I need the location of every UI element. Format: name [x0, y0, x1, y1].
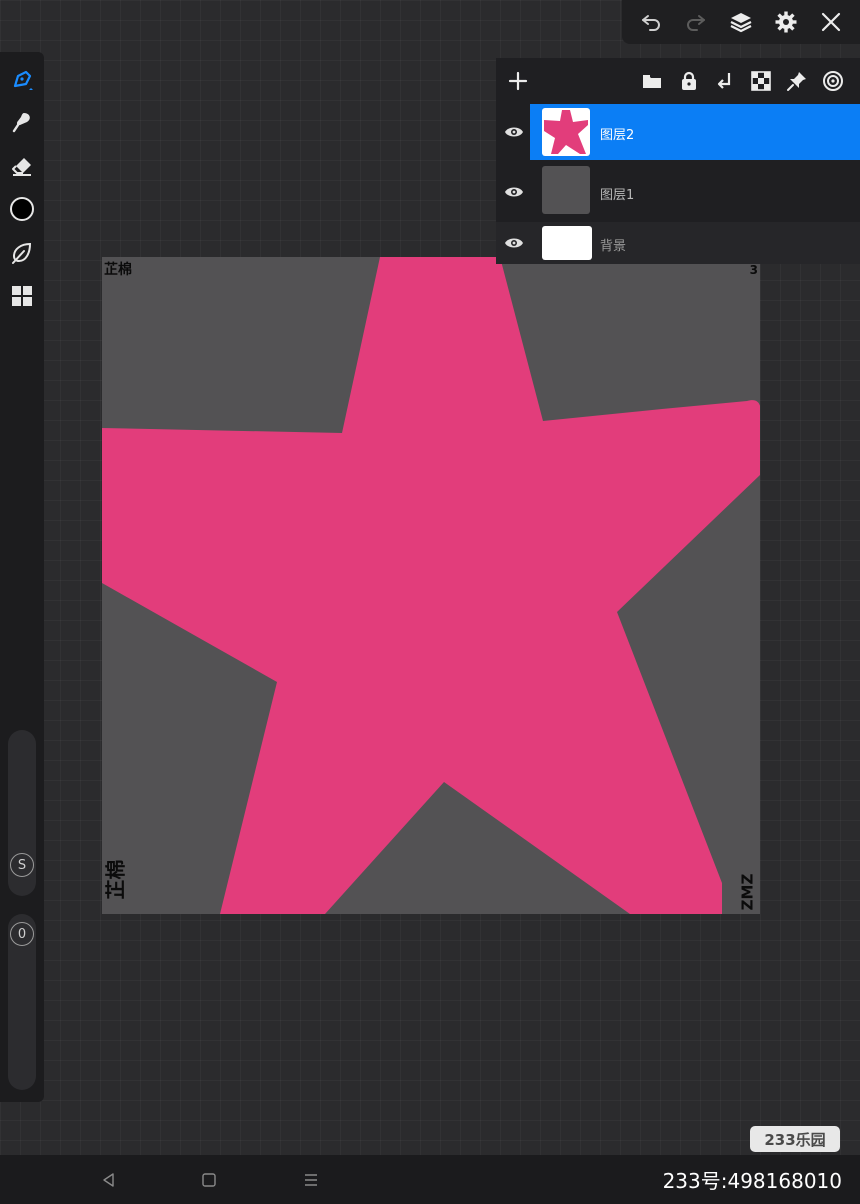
checker-icon[interactable]: [747, 67, 775, 95]
layer-name-background: 背景: [600, 239, 627, 254]
back-icon[interactable]: [96, 1167, 122, 1193]
add-layer-icon[interactable]: [504, 67, 532, 95]
layer-item-1[interactable]: 图层1: [530, 164, 860, 220]
signature-bottom-right: ZMZ: [738, 873, 757, 911]
merge-down-icon[interactable]: [711, 67, 739, 95]
opacity-knob[interactable]: 0: [10, 922, 34, 946]
pink-star-shape: [102, 257, 760, 914]
lock-icon[interactable]: [675, 67, 703, 95]
undo-icon[interactable]: [635, 6, 667, 38]
brush-size-knob[interactable]: S: [10, 853, 34, 877]
layer-item-background[interactable]: 背景: [530, 222, 860, 264]
target-icon[interactable]: [819, 67, 847, 95]
layer-thumbnail-2: [542, 108, 590, 156]
eye-icon[interactable]: [500, 229, 528, 257]
top-toolbar: [622, 0, 860, 44]
layers-panel-toolbar: [496, 58, 860, 104]
menu-icon[interactable]: [298, 1167, 324, 1193]
home-icon[interactable]: [196, 1167, 222, 1193]
drawing-canvas[interactable]: 芷棉 3 芷棉 ZMZ: [102, 257, 760, 914]
gallery-icon[interactable]: [8, 282, 36, 310]
eraser-icon[interactable]: [8, 152, 36, 180]
pin-icon[interactable]: [783, 67, 811, 95]
corner-mark-top-right: 3: [749, 263, 758, 277]
brush-icon[interactable]: [8, 66, 36, 94]
layer-thumbnail-background: [542, 226, 592, 260]
smudge-icon[interactable]: [8, 108, 36, 136]
close-icon[interactable]: [815, 6, 847, 38]
account-id-label: 233号:498168010: [662, 1169, 842, 1193]
watermark-logo: 233乐园: [750, 1126, 840, 1152]
layer-name-1: 图层1: [600, 188, 635, 203]
layer-item-2[interactable]: 图层2: [530, 104, 860, 160]
signature-bottom-left: 芷棉: [103, 859, 128, 900]
layer-name-2: 图层2: [600, 128, 635, 143]
layer-row-background: 背景: [496, 222, 860, 264]
leaf-icon[interactable]: [8, 239, 36, 267]
settings-icon[interactable]: [770, 6, 802, 38]
left-tool-column: S 0: [0, 52, 44, 1102]
star-artwork: [102, 257, 760, 914]
folder-icon[interactable]: [638, 67, 666, 95]
layers-panel: 图层2 图层1 背景: [496, 58, 860, 264]
eye-icon[interactable]: [500, 118, 528, 146]
layer-row-1: 图层1: [496, 164, 860, 220]
color-icon[interactable]: [8, 195, 36, 223]
redo-icon[interactable]: [680, 6, 712, 38]
eye-icon[interactable]: [500, 178, 528, 206]
layer-thumbnail-1: [542, 166, 590, 214]
signature-top-left: 芷棉: [104, 262, 132, 278]
layers-icon[interactable]: [725, 6, 757, 38]
layer-row-2: 图层2: [496, 104, 860, 160]
